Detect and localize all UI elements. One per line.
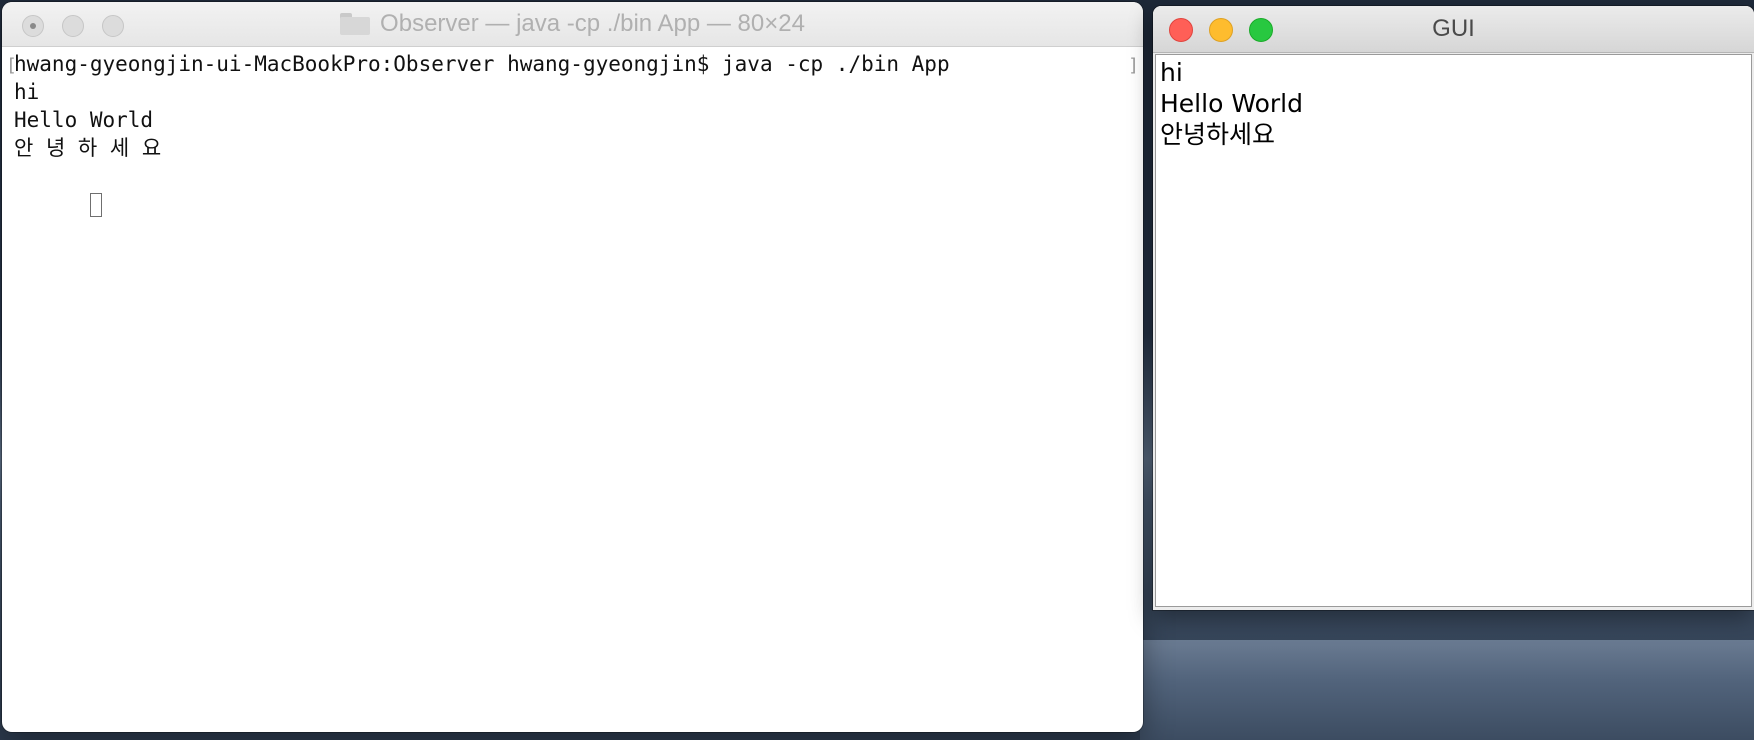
gui-text-area[interactable]: hi Hello World 안녕하세요 (1155, 54, 1752, 607)
prompt-line[interactable] (14, 162, 1131, 217)
terminal-titlebar[interactable]: Observer — java -cp ./bin App — 80×24 (2, 2, 1143, 47)
gui-text-line: 안녕하세요 (1160, 120, 1276, 149)
output-line: 안 녕 하 세 요 (14, 136, 162, 160)
gui-window[interactable]: GUI hi Hello World 안녕하세요 (1153, 6, 1754, 610)
folder-icon (340, 13, 371, 35)
terminal-title-text: Observer — java -cp ./bin App — 80×24 (380, 10, 805, 37)
terminal-output[interactable]: [ ] hwang-gyeongjin-ui-MacBookPro:Observ… (2, 47, 1143, 732)
gui-title: GUI (1432, 15, 1475, 42)
scroll-mark-left: [ (6, 55, 17, 76)
desktop-background (1140, 640, 1754, 740)
gui-text-line: Hello World (1160, 89, 1303, 118)
terminal-window[interactable]: Observer — java -cp ./bin App — 80×24 [ … (2, 2, 1143, 732)
window-title: Observer — java -cp ./bin App — 80×24 (2, 2, 1143, 46)
output-line: hi (14, 80, 40, 104)
scroll-mark-right: ] (1128, 55, 1139, 76)
gui-text-line: hi (1160, 58, 1183, 87)
output-line: Hello World (14, 108, 154, 132)
gui-titlebar[interactable]: GUI (1153, 6, 1754, 53)
command-line: hwang-gyeongjin-ui-MacBookPro:Observer h… (14, 52, 950, 76)
text-cursor (89, 193, 102, 217)
